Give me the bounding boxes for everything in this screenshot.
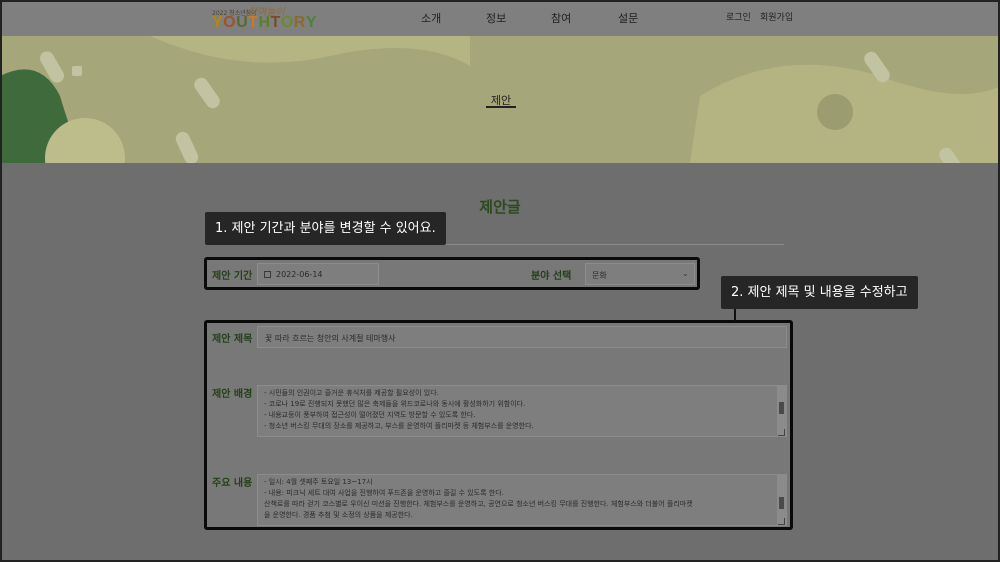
logo-letter: H	[258, 14, 271, 31]
title-label: 제안 제목	[212, 334, 253, 345]
signup-link[interactable]: 회원가입	[760, 10, 793, 23]
logo-letter: Y	[305, 14, 317, 31]
content-textarea[interactable]: - 일시: 4월 셋째주 토요일 13~17시 - 내용: 피크닉 세트 대여 …	[257, 474, 787, 526]
content-line: 산책로를 따라 걷기 코스별로 우이신 미션을 진행한다. 체험부스를 운영하고…	[264, 500, 693, 508]
chevron-down-icon: ⌄	[682, 269, 689, 278]
nav-item-info[interactable]: 정보	[486, 10, 506, 26]
period-label: 제안 기간	[212, 271, 253, 282]
logo-letter: U	[236, 14, 249, 31]
category-select[interactable]: 문화 ⌄	[585, 263, 695, 285]
logo-letter: T	[248, 14, 259, 31]
resize-handle[interactable]	[778, 429, 785, 436]
logo-wordmark: YOUTHTORY	[212, 14, 317, 32]
category-value: 문화	[592, 271, 607, 280]
content-line: 을 운영한다. 경품 추첨 및 소정의 상품을 제공한다.	[264, 511, 413, 519]
period-date-value: 2022-06-14	[276, 270, 323, 279]
login-link[interactable]: 로그인	[726, 10, 751, 23]
banner-title-underline	[486, 106, 516, 108]
page-banner: 제안	[0, 36, 1000, 163]
period-category-highlight: 제안 기간 2022-06-14 분야 선택 문화 ⌄	[204, 257, 700, 290]
nav-item-about[interactable]: 소개	[421, 10, 441, 26]
background-textarea[interactable]: - 시민들의 인권이고 즐거운 휴식처를 제공할 필요성이 있다. - 코로나 …	[257, 385, 787, 437]
site-logo[interactable]: 2022 청소년참여 참여놀이 YOUTHTORY	[212, 6, 322, 32]
page-title: 제안글	[479, 198, 521, 216]
background-line: - 청소년 버스킹 무대의 장소를 제공하고, 부스를 운영하여 플리마켓 등 …	[264, 422, 534, 430]
background-line: - 내용교등이 풍부하여 접근성이 떨어졌던 지역도 방문할 수 있도록 한다.	[264, 411, 476, 419]
content-highlight: 제안 제목 꽃 따라 흐르는 청안의 사계절 테마행사 제안 배경 - 시민들의…	[204, 320, 793, 530]
logo-letter: Y	[212, 14, 224, 31]
logo-letter: T	[270, 14, 281, 31]
callout-edit-period: 1. 제안 기간과 분야를 변경할 수 있어요.	[205, 212, 446, 245]
resize-handle[interactable]	[778, 518, 785, 525]
title-value: 꽃 따라 흐르는 청안의 사계절 테마행사	[265, 334, 396, 343]
content-line: - 일시: 4월 셋째주 토요일 13~17시	[264, 478, 373, 486]
content-line: - 내용: 피크닉 세트 대여 사업을 진행하여 푸드존을 운영하고 즐길 수 …	[264, 489, 504, 497]
scroll-thumb[interactable]	[779, 402, 784, 414]
content-label: 주요 내용	[212, 478, 253, 489]
site-header: 2022 청소년참여 참여놀이 YOUTHTORY 소개 정보 참여 설문 로그…	[0, 0, 1000, 36]
logo-letter: O	[280, 14, 294, 31]
period-date-input[interactable]: 2022-06-14	[257, 263, 379, 285]
nav-item-survey[interactable]: 설문	[618, 10, 638, 26]
scroll-thumb[interactable]	[779, 497, 784, 509]
logo-letter: R	[293, 14, 306, 31]
nav-item-participate[interactable]: 참여	[551, 10, 571, 26]
category-label: 분야 선택	[531, 271, 572, 282]
background-line: - 코로나 19로 진행되지 못했던 많은 축제들을 위드코로나와 동시에 활성…	[264, 400, 526, 408]
background-label: 제안 배경	[212, 389, 253, 400]
background-line: - 시민들의 인권이고 즐거운 휴식처를 제공할 필요성이 있다.	[264, 389, 439, 397]
calendar-icon	[264, 271, 271, 278]
callout-edit-content: 2. 제안 제목 및 내용을 수정하고	[721, 276, 918, 309]
logo-letter: O	[223, 14, 237, 31]
title-input[interactable]: 꽃 따라 흐르는 청안의 사계절 테마행사	[257, 326, 787, 348]
callout-stem	[734, 309, 736, 321]
